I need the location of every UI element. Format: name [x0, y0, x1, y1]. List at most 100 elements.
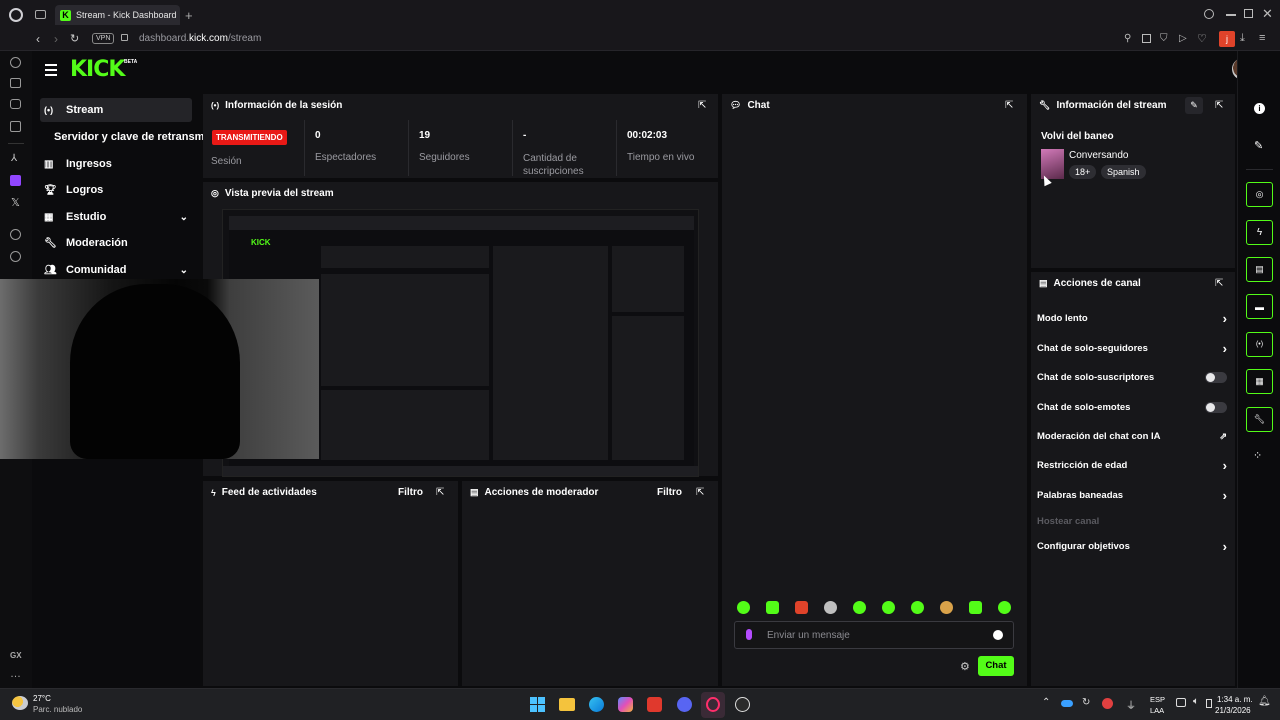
- sync-icon[interactable]: ↻: [1082, 697, 1090, 708]
- rail-activity-button[interactable]: ϟ: [1246, 220, 1273, 245]
- chat-input[interactable]: Enviar un mensaje: [734, 621, 1014, 649]
- rail-broadcast-button[interactable]: (•): [1246, 332, 1273, 357]
- tag-18plus[interactable]: 18+: [1069, 165, 1097, 179]
- microphone-icon[interactable]: [746, 629, 752, 640]
- emoji-icon[interactable]: [993, 630, 1003, 640]
- opera-gx-taskbar-icon[interactable]: [701, 692, 725, 718]
- rail-channel-button[interactable]: ▦: [1246, 369, 1273, 394]
- action-subscribers-only[interactable]: Chat de solo-suscriptores: [1037, 366, 1227, 388]
- subscribers-only-toggle[interactable]: [1205, 371, 1227, 383]
- edit-icon[interactable]: ✎: [1185, 97, 1203, 114]
- menu-icon[interactable]: ≡: [1259, 32, 1265, 44]
- external-link-icon[interactable]: ⇱: [1215, 278, 1227, 290]
- twitch-icon[interactable]: [10, 175, 21, 186]
- opera-gx-logo-icon[interactable]: [9, 8, 23, 22]
- rail-wrench-button[interactable]: 🔧︎: [1246, 407, 1273, 432]
- mic-tray-icon[interactable]: ⏚: [1126, 697, 1136, 712]
- action-banned-words[interactable]: Palabras baneadas ›: [1037, 484, 1227, 506]
- nav-item-estudio[interactable]: ▦ Estudio ⌄: [40, 205, 192, 229]
- shield-icon[interactable]: ⛉: [1160, 33, 1168, 44]
- tray-chevron-icon[interactable]: ⌃: [1042, 697, 1050, 708]
- emotes-only-toggle[interactable]: [1205, 401, 1227, 413]
- rail-chat-button[interactable]: ▬: [1246, 294, 1273, 319]
- play-icon[interactable]: ▷: [1179, 33, 1187, 44]
- external-link-icon[interactable]: ⇱: [1215, 100, 1227, 112]
- emote-icon[interactable]: [998, 601, 1011, 614]
- close-icon[interactable]: ✕: [1262, 6, 1273, 22]
- emote-icon[interactable]: [853, 601, 866, 614]
- player-icon[interactable]: [10, 229, 21, 240]
- new-tab-icon[interactable]: +: [185, 8, 193, 23]
- filter-button[interactable]: Filtro: [398, 487, 423, 498]
- pin-icon[interactable]: ⚲: [1124, 33, 1131, 44]
- x-twitter-icon[interactable]: 𝕏: [11, 196, 20, 209]
- notification-bell-icon[interactable]: 🔔︎: [1258, 696, 1271, 707]
- bag-icon[interactable]: [10, 78, 21, 88]
- network-icon[interactable]: [1176, 698, 1186, 707]
- screenshot-icon[interactable]: [1142, 34, 1151, 43]
- emote-icon[interactable]: [737, 601, 750, 614]
- external-link-icon[interactable]: ⇱: [1005, 100, 1017, 112]
- minimize-icon[interactable]: [1226, 14, 1236, 16]
- back-icon[interactable]: ‹: [36, 32, 40, 46]
- external-link-icon[interactable]: ⇱: [698, 100, 710, 112]
- nav-item-logros[interactable]: 🏆︎ Logros: [40, 178, 192, 202]
- extension-icon[interactable]: j: [1219, 31, 1235, 47]
- emote-icon[interactable]: [766, 601, 779, 614]
- weather-icon[interactable]: [12, 696, 28, 710]
- emote-icon[interactable]: [911, 601, 924, 614]
- action-emotes-only[interactable]: Chat de solo-emotes: [1037, 396, 1227, 418]
- clock-time[interactable]: 1:34 a. m.: [1217, 695, 1253, 704]
- browser-tab[interactable]: K Stream - Kick Dashboard: [55, 5, 180, 25]
- copilot-icon[interactable]: [618, 697, 633, 712]
- emote-icon[interactable]: [795, 601, 808, 614]
- nav-item-ingresos[interactable]: ▥ Ingresos: [40, 152, 192, 176]
- battery-icon[interactable]: [1206, 699, 1212, 708]
- pencil-icon[interactable]: ✎: [1254, 139, 1263, 152]
- clock-icon[interactable]: [10, 251, 21, 262]
- external-link-icon[interactable]: ⇱: [696, 487, 708, 499]
- gamepad-icon[interactable]: [10, 99, 21, 109]
- url-text[interactable]: dashboard.kick.com/stream: [139, 33, 261, 44]
- vpn-badge[interactable]: VPN: [92, 33, 115, 44]
- security-icon[interactable]: [1102, 698, 1113, 709]
- action-slow-mode[interactable]: Modo lento ›: [1037, 307, 1227, 329]
- gx-label[interactable]: GX: [10, 651, 22, 660]
- external-link-icon[interactable]: ⇱: [436, 487, 448, 499]
- kick-logo[interactable]: KICK: [70, 57, 125, 82]
- news-icon[interactable]: [10, 121, 21, 132]
- emote-icon[interactable]: [940, 601, 953, 614]
- emote-icon[interactable]: [882, 601, 895, 614]
- nav-item-server-key[interactable]: Servidor y clave de retransm: [40, 125, 205, 149]
- kick-app-icon[interactable]: ⅄: [11, 153, 17, 164]
- action-age-restriction[interactable]: Restricción de edad ›: [1037, 454, 1227, 476]
- chat-send-button[interactable]: Chat: [978, 656, 1014, 676]
- widgets-icon[interactable]: ⁘: [1253, 449, 1262, 462]
- restore-icon[interactable]: [1244, 9, 1253, 18]
- rail-preview-button[interactable]: ◎: [1246, 182, 1273, 207]
- rail-modlog-button[interactable]: ▤: [1246, 257, 1273, 282]
- more-icon[interactable]: …: [10, 668, 21, 680]
- emote-icon[interactable]: [969, 601, 982, 614]
- download-icon[interactable]: ⤓: [1240, 32, 1245, 45]
- action-configure-goals[interactable]: Configurar objetivos ›: [1037, 535, 1227, 557]
- onedrive-icon[interactable]: [1061, 700, 1073, 707]
- history-icon[interactable]: [10, 57, 21, 68]
- workspaces-icon[interactable]: [35, 10, 46, 19]
- file-explorer-icon[interactable]: [559, 698, 575, 711]
- filter-button[interactable]: Filtro: [657, 487, 682, 498]
- nav-item-stream[interactable]: (•) Stream: [40, 98, 192, 122]
- discord-icon[interactable]: [677, 697, 692, 712]
- reload-icon[interactable]: ↻: [70, 32, 79, 45]
- hamburger-menu-icon[interactable]: [45, 64, 57, 76]
- chat-settings-icon[interactable]: ⚙: [960, 660, 970, 673]
- heart-icon[interactable]: ♡: [1197, 32, 1207, 45]
- search-icon[interactable]: [1204, 9, 1214, 19]
- start-icon[interactable]: [530, 697, 545, 712]
- language-top[interactable]: ESP: [1150, 695, 1165, 704]
- action-followers-only[interactable]: Chat de solo-seguidores ›: [1037, 337, 1227, 359]
- info-icon[interactable]: i: [1254, 103, 1265, 114]
- action-ai-moderation[interactable]: Moderación del chat con IA ⇗: [1037, 425, 1227, 447]
- category-name[interactable]: Conversando: [1069, 150, 1128, 161]
- emote-icon[interactable]: [824, 601, 837, 614]
